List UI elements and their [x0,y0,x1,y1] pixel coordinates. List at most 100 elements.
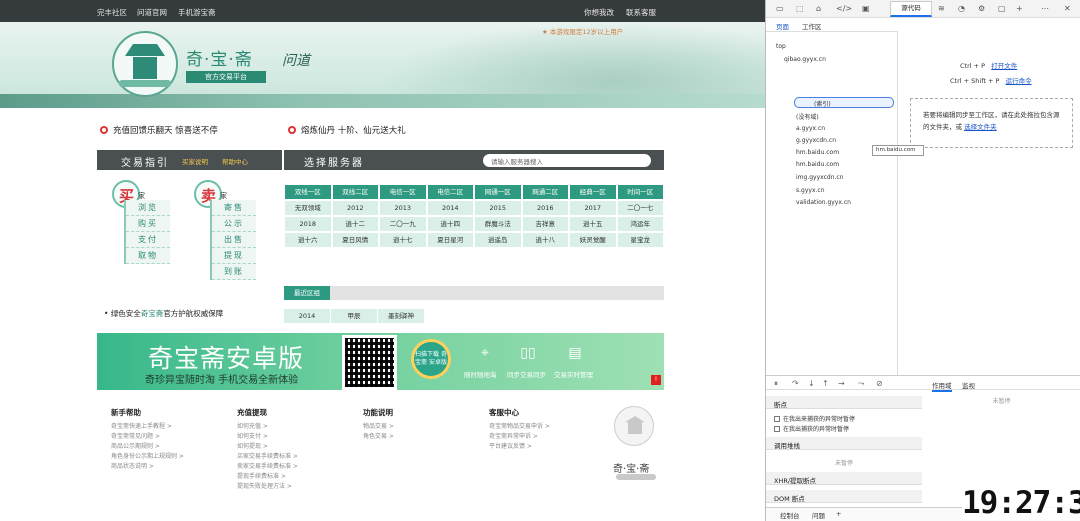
server-cell[interactable]: 夏日风情 [331,232,379,248]
android-app-banner[interactable]: 奇宝斋安卓版 奇珍异宝随时淘 手机交易全新体验 扫描下载 奇宝斋 安卓版 ⌖ ▯… [97,333,664,390]
footer-link[interactable]: 商品公示期规则 > [111,442,184,452]
deactivate-breakpoints-icon[interactable]: ⤳ [858,379,864,389]
seller-step-publicize[interactable]: 公示 [212,216,256,232]
server-cell[interactable]: 逍遥岛 [474,232,522,248]
footer-link[interactable]: 商品状态说明 > [111,462,184,472]
tree-node-domain[interactable]: validation.gyyx.cn [796,199,851,206]
tab-page[interactable]: 页面 [776,21,789,31]
step-icon[interactable]: → [838,379,845,388]
step-into-icon[interactable]: ↓ [808,379,815,388]
tree-node-top[interactable]: top [776,43,786,50]
inspect-icon[interactable]: ⬚ [796,4,804,13]
drawer-tab-issues[interactable]: 问题 [812,510,825,520]
server-zone-tab[interactable]: 双线二区 [331,184,379,200]
tab-sources[interactable]: 源代码 [890,1,932,17]
close-icon[interactable]: ✕ [1064,4,1071,13]
server-cell[interactable]: 2018 [284,216,332,232]
recent-server-item[interactable]: 2014 [284,309,330,323]
ad-close-icon[interactable]: ! [651,375,661,385]
tree-node-domain[interactable]: s.gyyx.cn [796,187,825,194]
tab-watch[interactable]: 监视 [962,380,975,390]
server-cell[interactable]: 2012 [331,200,379,216]
server-search-input[interactable]: 请输入服务器搜入 [483,154,651,167]
nav-link-mobile[interactable]: 手机游宝斋 [178,7,216,18]
tree-node-domain[interactable]: g.gyyxcdn.cn [796,137,836,144]
call-stack-section[interactable]: 调用堆栈 [766,437,922,450]
server-zone-tab[interactable]: 电信一区 [379,184,427,200]
footer-link[interactable]: 平台建议反馈 > [489,442,550,452]
seller-step-received[interactable]: 到账 [212,264,256,280]
promo-notice-left[interactable]: 充值回馈乐翻天 惊喜送不停 [100,124,218,136]
server-cell[interactable]: 二〇一九 [379,216,427,232]
step-out-icon[interactable]: ↑ [822,379,829,388]
tab-scope[interactable]: 作用域 [932,380,952,392]
recent-server-item[interactable]: 甲辰 [331,309,377,323]
tree-node-domain[interactable]: hm.baidu.com [796,161,839,168]
recent-server-item[interactable]: 墨刻驿神 [378,309,424,323]
seller-step-sell[interactable]: 出售 [212,232,256,248]
server-cell[interactable]: 2016 [521,200,569,216]
network-icon[interactable]: ≋ [938,4,945,13]
server-cell[interactable]: 逍十七 [379,232,427,248]
buyer-step-browse[interactable]: 浏览 [126,200,170,216]
footer-link[interactable]: 如何提现 > [237,442,298,452]
footer-link[interactable]: 提现手续费标准 > [237,472,298,482]
pause-icon[interactable]: ⏸ [774,379,778,389]
server-zone-tab[interactable]: 双线一区 [284,184,332,200]
recent-servers-tab[interactable]: 最近区组 [284,286,330,300]
tab-workspace[interactable]: 工作区 [802,21,822,31]
footer-link[interactable]: 角色身份公示期上规规则 > [111,452,184,462]
server-cell[interactable]: 2015 [474,200,522,216]
server-cell[interactable]: 吉祥意 [521,216,569,232]
device-icon[interactable]: ▭ [776,4,784,13]
server-cell[interactable]: 逍十二 [331,216,379,232]
server-zone-tab[interactable]: 网通一区 [474,184,522,200]
footer-link[interactable]: 物品交易 > [363,422,394,432]
buyer-step-pay[interactable]: 支付 [126,232,170,248]
seller-step-consign[interactable]: 寄售 [212,200,256,216]
server-cell[interactable]: 无双领域 [284,200,332,216]
server-cell[interactable]: 2017 [569,200,617,216]
tree-node-domain[interactable]: img.gyyxcdn.cn [796,174,844,181]
dom-breakpoints-section[interactable]: DOM 断点 [766,490,922,503]
server-zone-tab[interactable]: 网通二区 [521,184,569,200]
promo-notice-right[interactable]: 熔炼仙丹 十阶、仙元送大礼 [288,124,406,136]
breakpoints-section[interactable]: 断点 [766,396,922,409]
scan-download-badge[interactable]: 扫描下载 奇宝斋 安卓版 [411,339,451,379]
footer-link[interactable]: 卖家交易手续费标准 > [237,462,298,472]
nav-link-official-site[interactable]: 问道官网 [137,7,167,18]
console-icon[interactable]: ▣ [862,4,870,13]
server-cell[interactable]: 二〇一七 [616,200,664,216]
tree-node-domain[interactable]: hm.baidu.com [796,149,839,156]
footer-link[interactable]: 提现失败处理方法 > [237,482,298,492]
server-zone-tab[interactable]: 时间一区 [616,184,664,200]
more-tabs-icon[interactable]: + [1016,4,1023,13]
server-cell[interactable]: 妖灵觉醒 [569,232,617,248]
step-over-icon[interactable]: ↷ [792,379,799,388]
server-cell[interactable]: 逍十六 [284,232,332,248]
more-options-icon[interactable]: ⋯ [1041,4,1049,13]
add-tab-icon[interactable]: + [836,510,841,518]
buyer-guide-link[interactable]: 买家说明 [182,156,208,166]
footer-link[interactable]: 奇宝斋异常申诉 > [489,432,550,442]
xhr-breakpoints-section[interactable]: XHR/提取断点 [766,472,922,485]
footer-link[interactable]: 奇宝斋物品交易申诉 > [489,422,550,432]
nav-link-feedback[interactable]: 你想我改 [584,7,614,18]
server-cell[interactable]: 群魔斗法 [474,216,522,232]
help-center-link[interactable]: 帮助中心 [222,156,248,166]
tree-node-domain[interactable]: (没有域) [796,112,819,121]
tree-node-domain[interactable]: qibao.gyyx.cn [784,56,826,63]
server-cell[interactable]: 鸿运年 [616,216,664,232]
footer-link[interactable]: 如何充值 > [237,422,298,432]
tree-node-domain[interactable]: a.gyyx.cn [796,125,825,132]
nav-link-contact-support[interactable]: 联系客服 [626,7,656,18]
server-zone-tab[interactable]: 电信二区 [426,184,474,200]
server-cell[interactable]: 逍十五 [569,216,617,232]
buyer-step-purchase[interactable]: 购买 [126,216,170,232]
server-cell[interactable]: 2014 [426,200,474,216]
server-cell[interactable]: 夏日星河 [426,232,474,248]
server-cell[interactable]: 2013 [379,200,427,216]
footer-link[interactable]: 买家交易手续费标准 > [237,452,298,462]
server-zone-tab[interactable]: 经典一区 [569,184,617,200]
buyer-step-retrieve[interactable]: 取物 [126,248,170,264]
